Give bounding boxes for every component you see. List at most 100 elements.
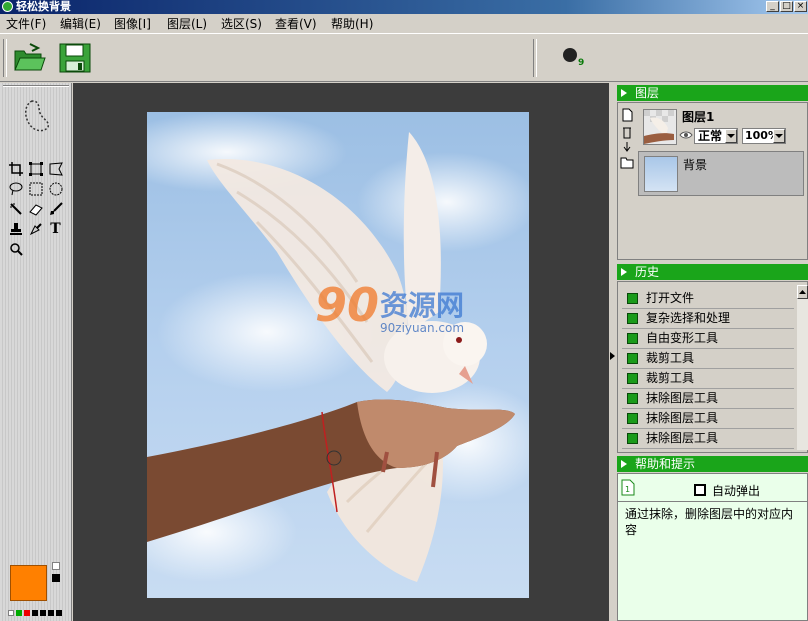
tool-panel: T [0, 83, 72, 621]
opacity-dropdown-button[interactable] [773, 129, 785, 143]
text-tool[interactable]: T [47, 220, 64, 237]
tool-panel-grip [3, 85, 69, 87]
rect-select-tool[interactable] [27, 180, 44, 197]
layers-panel-title: 图层 [635, 86, 660, 100]
maximize-button[interactable]: □ [780, 1, 793, 12]
history-item[interactable]: 复杂选择和处理 [622, 309, 794, 329]
history-item-label: 裁剪工具 [646, 351, 695, 365]
menu-help[interactable]: 帮助(H) [331, 16, 373, 32]
menu-edit[interactable]: 编辑(E) [60, 16, 101, 32]
palette-white[interactable] [8, 610, 14, 616]
history-step-icon [627, 313, 638, 324]
lasso-icon [9, 182, 22, 195]
auto-popup-checkbox[interactable] [694, 484, 706, 496]
layer1-name[interactable]: 图层1 [682, 108, 714, 125]
svg-text:1: 1 [625, 485, 630, 494]
magic-wand-tool[interactable] [7, 200, 24, 217]
layers-panel-header[interactable]: 图层 [617, 85, 808, 101]
photo-canvas[interactable]: 90 资源网 90ziyuan.com [147, 112, 529, 598]
panel-expand-icon [621, 460, 627, 468]
history-panel-header[interactable]: 历史 [617, 264, 808, 280]
history-item[interactable]: 裁剪工具 [622, 369, 794, 389]
palette-green[interactable] [16, 610, 22, 616]
brush-dot-icon [563, 48, 577, 62]
stamp-tool[interactable] [7, 220, 24, 237]
history-item[interactable]: 抹除图层工具 [622, 429, 794, 449]
background-layer-row[interactable]: 背景 [638, 151, 804, 196]
layer-actions-icons [620, 108, 634, 169]
pen-tool[interactable] [27, 220, 44, 237]
layer1-thumbnail[interactable] [643, 109, 677, 145]
menu-view[interactable]: 查看(V) [275, 16, 317, 32]
menu-select[interactable]: 选区(S) [221, 16, 262, 32]
lasso-tool[interactable] [7, 180, 24, 197]
background-color-swatch[interactable] [52, 562, 60, 570]
window-title: 轻松换背景 [16, 0, 71, 13]
history-item[interactable]: 裁剪工具 [622, 349, 794, 369]
history-panel-title: 历史 [635, 265, 660, 279]
auto-popup-label: 自动弹出 [712, 484, 761, 498]
blend-mode-select[interactable]: 正常 [694, 128, 738, 144]
transform-icon [28, 161, 43, 176]
menu-image[interactable]: 图像[I] [114, 16, 151, 32]
default-colors-icon[interactable] [52, 574, 60, 582]
crop-icon [8, 161, 23, 176]
background-layer-name: 背景 [683, 158, 708, 172]
crop-tool[interactable] [7, 160, 24, 177]
magnifier-icon [9, 242, 23, 256]
chevron-down-icon [727, 134, 735, 138]
collapse-panel-arrow[interactable] [610, 350, 616, 362]
toolbar-separator [533, 39, 537, 77]
ellipse-select-tool[interactable] [47, 180, 64, 197]
close-button[interactable]: × [794, 1, 807, 12]
stamp-icon [9, 222, 22, 235]
freehand-lasso-tool[interactable] [20, 97, 52, 135]
menu-bar: 文件(F) 编辑(E) 图像[I] 图层(L) 选区(S) 查看(V) 帮助(H… [0, 14, 808, 34]
toolbar: 9 [0, 35, 808, 82]
history-step-icon [627, 353, 638, 364]
watermark-url: 90ziyuan.com [380, 321, 465, 335]
layer1-thumb-image [644, 110, 676, 144]
history-step-icon [627, 393, 638, 404]
zoom-tool[interactable] [7, 240, 24, 257]
help-panel-header[interactable]: 帮助和提示 [617, 456, 808, 472]
menu-layer[interactable]: 图层(L) [167, 16, 207, 32]
history-item[interactable]: 抹除图层工具 [622, 389, 794, 409]
background-layer-thumbnail [644, 156, 678, 192]
palette-black-1[interactable] [32, 610, 38, 616]
palette-black-3[interactable] [48, 610, 54, 616]
lasso-large-icon [25, 100, 50, 132]
save-file-button[interactable] [58, 42, 92, 74]
save-disk-icon [59, 43, 91, 73]
watermark-text: 资源网 [380, 289, 465, 322]
minimize-button[interactable]: _ [766, 1, 779, 12]
history-item-label: 抹除图层工具 [646, 391, 719, 405]
palette-black-2[interactable] [40, 610, 46, 616]
transform-tool[interactable] [27, 160, 44, 177]
palette-black-4[interactable] [56, 610, 62, 616]
foreground-color-swatch[interactable] [10, 565, 47, 601]
blend-mode-dropdown-button[interactable] [725, 129, 737, 143]
distort-tool[interactable] [47, 160, 64, 177]
history-item[interactable]: 打开文件 [622, 289, 794, 309]
history-scroll-up-button[interactable] [797, 285, 808, 299]
layer-actions [620, 108, 634, 178]
history-item-label: 复杂选择和处理 [646, 311, 731, 325]
blend-mode-value: 正常 [698, 129, 723, 143]
eye-icon [679, 131, 693, 139]
open-file-button[interactable] [12, 42, 46, 74]
help-panel-title: 帮助和提示 [635, 457, 696, 471]
eraser-tool[interactable] [27, 200, 44, 217]
palette-red[interactable] [24, 610, 30, 616]
menu-file[interactable]: 文件(F) [6, 16, 46, 32]
history-item[interactable]: 自由变形工具 [622, 329, 794, 349]
eraser-icon [28, 203, 43, 216]
ellipse-select-icon [49, 182, 62, 195]
opacity-select[interactable]: 100% [742, 128, 786, 144]
brush-tool[interactable] [47, 200, 64, 217]
panel-expand-icon [621, 268, 627, 276]
layer-visibility-toggle[interactable] [679, 129, 693, 141]
history-item-label: 抹除图层工具 [646, 411, 719, 425]
history-scrollbar[interactable] [797, 285, 808, 450]
history-item[interactable]: 抹除图层工具 [622, 409, 794, 429]
